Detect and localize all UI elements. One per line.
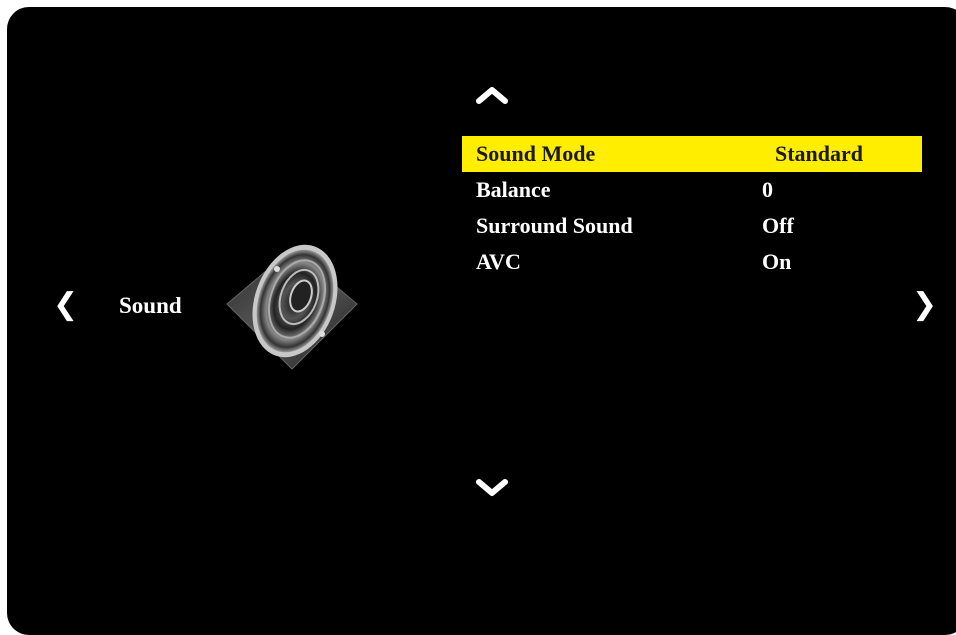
speaker-icon: [217, 229, 367, 379]
menu-item-balance[interactable]: Balance 0: [462, 172, 922, 208]
menu-item-label: Sound Mode: [476, 141, 596, 166]
menu-item-value: Off: [762, 213, 794, 238]
tv-menu-screen: ❮ Sound Sound Mode Standard Balance 0 Su…: [7, 7, 956, 635]
menu-item-value: Standard: [775, 141, 864, 166]
menu-item-label: Surround Sound: [476, 213, 633, 238]
menu-item-value: On: [762, 249, 792, 274]
menu-item-avc[interactable]: AVC On: [462, 244, 922, 280]
category-title: Sound: [119, 293, 182, 318]
sound-settings-list: Sound Mode Standard Balance 0 Surround S…: [462, 136, 922, 280]
menu-item-sound-mode[interactable]: Sound Mode Standard: [462, 136, 922, 172]
chevron-up-icon[interactable]: [475, 83, 509, 107]
chevron-down-icon[interactable]: [475, 475, 509, 499]
menu-item-label: Balance: [476, 177, 551, 202]
menu-item-value: 0: [762, 177, 773, 202]
chevron-left-icon[interactable]: ❮: [53, 287, 78, 322]
menu-item-surround-sound[interactable]: Surround Sound Off: [462, 208, 922, 244]
menu-item-label: AVC: [476, 249, 521, 274]
chevron-right-icon[interactable]: ❯: [912, 287, 937, 322]
